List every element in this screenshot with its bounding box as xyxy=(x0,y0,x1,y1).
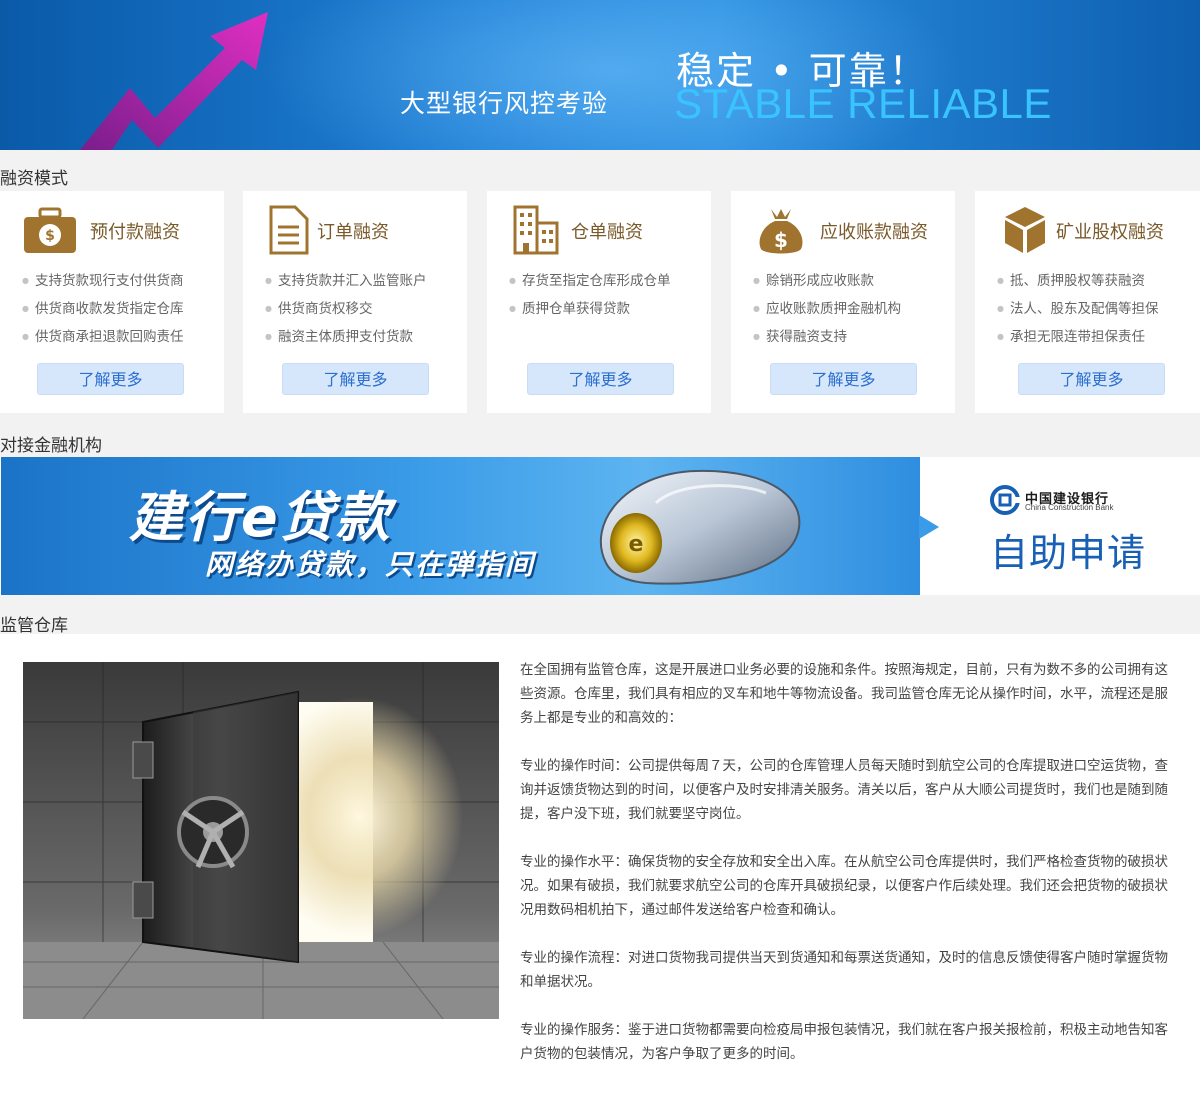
card-feature-item: 支持货款现行支付供货商 xyxy=(22,267,184,295)
card-feature-item: 供货商收款发货指定仓库 xyxy=(22,295,184,323)
warehouse-paragraph: 专业的操作服务：鉴于进口货物都需要向检疫局申报包装情况，我们就在客户报关报检前，… xyxy=(520,1022,1168,1062)
card-feature-item: 获得融资支持 xyxy=(753,323,901,351)
section-title-financing: 融资模式 xyxy=(0,169,68,189)
card-feature-list: 支持货款并汇入监管账户 供货商货权移交 融资主体质押支付货款 xyxy=(265,267,427,351)
section-title-institutions: 对接金融机构 xyxy=(0,436,102,456)
card-feature-item: 赊销形成应收账款 xyxy=(753,267,901,295)
document-icon xyxy=(269,205,309,255)
card-feature-item: 应收账款质押金融机构 xyxy=(753,295,901,323)
vault-door-image xyxy=(23,662,499,1019)
card-feature-item: 抵、质押股权等获融资 xyxy=(997,267,1158,295)
ccb-logo-icon xyxy=(990,485,1020,515)
hero-title-en: STABLE RELIABLE xyxy=(674,80,1052,127)
card-feature-item: 供货商承担退款回购责任 xyxy=(22,323,184,351)
card-title: 仓单融资 xyxy=(571,222,643,243)
section-title-warehouse: 监管仓库 xyxy=(0,616,68,636)
card-prepayment: $ 预付款融资 支持货款现行支付供货商 供货商收款发货指定仓库 供货商承担退款回… xyxy=(0,191,224,413)
svg-text:$: $ xyxy=(45,228,55,244)
card-title: 矿业股权融资 xyxy=(1056,222,1164,243)
warehouse-description: 在全国拥有监管仓库，这是开展进口业务必要的设施和条件。按照海规定，目前，只有为数… xyxy=(520,658,1170,1090)
card-title: 应收账款融资 xyxy=(820,222,928,243)
card-title: 订单融资 xyxy=(317,222,389,243)
computer-mouse-icon: e xyxy=(600,469,801,585)
warehouse-paragraph: 专业的操作水平：确保货物的安全存放和安全出入库。在从航空公司仓库提供时，我们严格… xyxy=(520,854,1168,918)
warehouse-paragraph: 专业的操作流程：对进口货物我司提供当天到货通知和每票送货通知，及时的信息反馈使得… xyxy=(520,950,1168,990)
building-icon xyxy=(513,205,559,255)
self-apply-button[interactable]: 自助申请 xyxy=(990,522,1146,577)
card-feature-item: 法人、股东及配偶等担保 xyxy=(997,295,1159,323)
warehouse-paragraph: 在全国拥有监管仓库，这是开展进口业务必要的设施和条件。按照海规定，目前，只有为数… xyxy=(520,662,1168,726)
learn-more-button[interactable]: 了解更多 xyxy=(1018,363,1165,395)
card-receivables: $ 应收账款融资 赊销形成应收账款 应收账款质押金融机构 获得融资支持 了解更多 xyxy=(731,191,955,413)
learn-more-button[interactable]: 了解更多 xyxy=(770,363,917,395)
hero-banner: 大型银行风控考验 稳定 • 可靠！ STABLE RELIABLE xyxy=(0,0,1200,150)
learn-more-button[interactable]: 了解更多 xyxy=(527,363,674,395)
money-bag-icon: $ xyxy=(24,207,76,253)
learn-more-button[interactable]: 了解更多 xyxy=(282,363,429,395)
banner-title: 建行e贷款 xyxy=(129,486,392,549)
banner-promo[interactable]: 建行e贷款 网络办贷款，只在弹指间 e xyxy=(1,457,920,595)
cube-icon xyxy=(1005,207,1045,253)
card-feature-item: 融资主体质押支付货款 xyxy=(265,323,426,351)
dollar-sack-icon: $ xyxy=(759,209,803,254)
warehouse-paragraph: 专业的操作时间：公司提供每周７天，公司的仓库管理人员每天随时到航空公司的仓库提取… xyxy=(520,758,1168,822)
card-feature-list: 存货至指定仓库形成仓单 质押仓单获得贷款 xyxy=(509,267,671,323)
banner-slogan: 网络办贷款，只在弹指间 xyxy=(205,548,536,581)
learn-more-button[interactable]: 了解更多 xyxy=(37,363,184,395)
card-order: 订单融资 支持货款并汇入监管账户 供货商货权移交 融资主体质押支付货款 了解更多 xyxy=(243,191,467,413)
card-feature-item: 存货至指定仓库形成仓单 xyxy=(509,267,671,295)
card-mining-equity: 矿业股权融资 抵、质押股权等获融资 法人、股东及配偶等担保 承担无限连带担保责任… xyxy=(975,191,1200,413)
card-feature-list: 抵、质押股权等获融资 法人、股东及配偶等担保 承担无限连带担保责任 xyxy=(997,267,1159,351)
svg-text:e: e xyxy=(629,532,644,557)
banner-pointer xyxy=(919,515,939,539)
card-feature-item: 承担无限连带担保责任 xyxy=(997,323,1158,351)
card-feature-list: 赊销形成应收账款 应收账款质押金融机构 获得融资支持 xyxy=(753,267,901,351)
bank-name-en: China Construction Bank xyxy=(1025,503,1114,512)
card-title: 预付款融资 xyxy=(90,222,180,243)
svg-text:$: $ xyxy=(774,228,788,252)
card-feature-item: 供货商货权移交 xyxy=(265,295,426,323)
hero-subtitle: 大型银行风控考验 xyxy=(400,89,609,118)
card-feature-list: 支持货款现行支付供货商 供货商收款发货指定仓库 供货商承担退款回购责任 xyxy=(22,267,184,351)
growth-arrow-icon xyxy=(80,12,268,150)
card-warehouse-receipt: 仓单融资 存货至指定仓库形成仓单 质押仓单获得贷款 了解更多 xyxy=(487,191,711,413)
card-feature-item: 支持货款并汇入监管账户 xyxy=(265,267,427,295)
card-feature-item: 质押仓单获得贷款 xyxy=(509,295,670,323)
